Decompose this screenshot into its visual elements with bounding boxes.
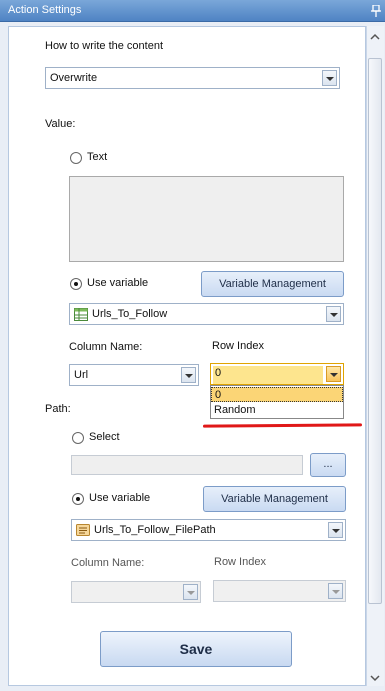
chevron-down-icon[interactable]: [326, 306, 341, 322]
window-title: Action Settings: [8, 4, 82, 16]
column-name-label: Column Name:: [69, 341, 143, 353]
text-value-area[interactable]: [69, 176, 344, 262]
write-mode-select[interactable]: Overwrite: [45, 67, 340, 89]
chevron-down-icon[interactable]: [183, 584, 198, 600]
path-use-variable-radio[interactable]: [72, 493, 84, 505]
column-name-value: Url: [74, 369, 89, 381]
path-column-name-label: Column Name:: [71, 557, 145, 569]
select-radio-label: Select: [89, 431, 120, 443]
dropdown-option-random[interactable]: Random: [211, 403, 343, 418]
path-variable-value: Urls_To_Follow_FilePath: [94, 524, 216, 536]
path-row-index-select[interactable]: [213, 580, 346, 602]
write-mode-label: How to write the content: [45, 40, 164, 52]
scroll-up-arrow-icon[interactable]: [368, 30, 382, 44]
row-index-dropdown[interactable]: 0 Random: [210, 385, 344, 419]
chevron-down-icon[interactable]: [322, 70, 337, 86]
pin-icon[interactable]: [371, 5, 381, 17]
chevron-down-icon[interactable]: [326, 366, 341, 382]
variable-value: Urls_To_Follow: [92, 308, 168, 320]
text-radio[interactable]: [70, 152, 82, 164]
chevron-down-icon[interactable]: [328, 583, 343, 599]
browse-button[interactable]: ...: [310, 453, 346, 477]
path-label: Path:: [45, 403, 71, 415]
path-column-name-select[interactable]: [71, 581, 201, 603]
write-mode-value: Overwrite: [50, 72, 98, 84]
variable-select[interactable]: Urls_To_Follow: [69, 303, 344, 325]
row-index-select[interactable]: 0: [210, 363, 344, 385]
use-variable-label: Use variable: [87, 277, 149, 289]
path-row-index-label: Row Index: [214, 556, 266, 568]
scroll-down-arrow-icon[interactable]: [368, 672, 382, 684]
value-label: Value:: [45, 118, 76, 130]
table-icon: [74, 308, 88, 321]
path-use-variable-label: Use variable: [89, 492, 151, 504]
dropdown-option-0[interactable]: 0: [211, 387, 343, 402]
select-radio[interactable]: [72, 432, 84, 444]
chevron-down-icon[interactable]: [328, 522, 343, 538]
variable-management-button[interactable]: Variable Management: [201, 271, 344, 297]
text-radio-label: Text: [87, 151, 108, 163]
abc-text-icon: [76, 524, 90, 536]
path-variable-select[interactable]: Urls_To_Follow_FilePath: [71, 519, 346, 541]
column-name-select[interactable]: Url: [69, 364, 199, 386]
row-index-label: Row Index: [212, 340, 264, 352]
path-input[interactable]: [71, 455, 303, 475]
scrollbar-thumb[interactable]: [368, 58, 382, 604]
chevron-down-icon[interactable]: [181, 367, 196, 383]
use-variable-radio[interactable]: [70, 278, 82, 290]
path-variable-management-button[interactable]: Variable Management: [203, 486, 346, 512]
row-index-value: 0: [213, 366, 323, 384]
save-button[interactable]: Save: [100, 631, 292, 667]
